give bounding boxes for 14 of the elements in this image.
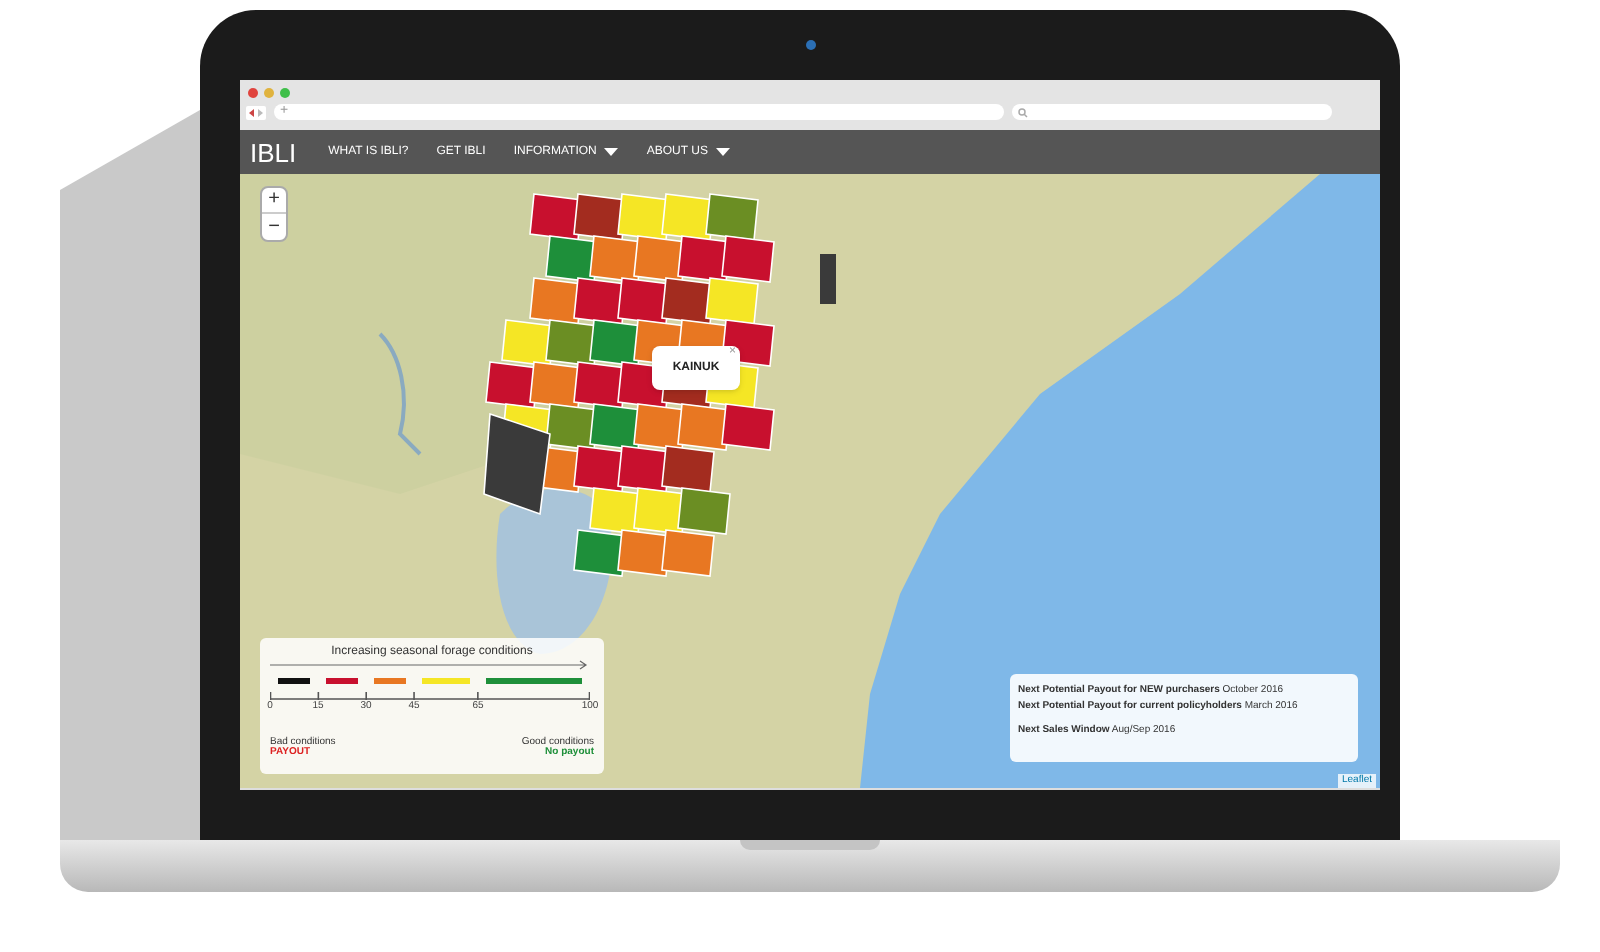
brand-logo[interactable]: IBLI [250, 139, 297, 165]
trackpad-notch [740, 840, 880, 850]
maximize-window-icon[interactable] [280, 87, 290, 97]
back-forward-icon[interactable] [246, 105, 266, 119]
minimize-window-icon[interactable] [264, 87, 274, 97]
close-window-icon[interactable] [248, 87, 258, 97]
zoom-in-button[interactable]: + [262, 188, 286, 214]
camera-icon [805, 40, 815, 50]
caret-icon [715, 148, 730, 156]
search-icon [1018, 107, 1028, 117]
search-field[interactable] [1012, 104, 1332, 120]
caret-icon [604, 148, 619, 156]
zoom-out-button[interactable]: − [262, 214, 286, 240]
arrow-icon [270, 660, 590, 670]
